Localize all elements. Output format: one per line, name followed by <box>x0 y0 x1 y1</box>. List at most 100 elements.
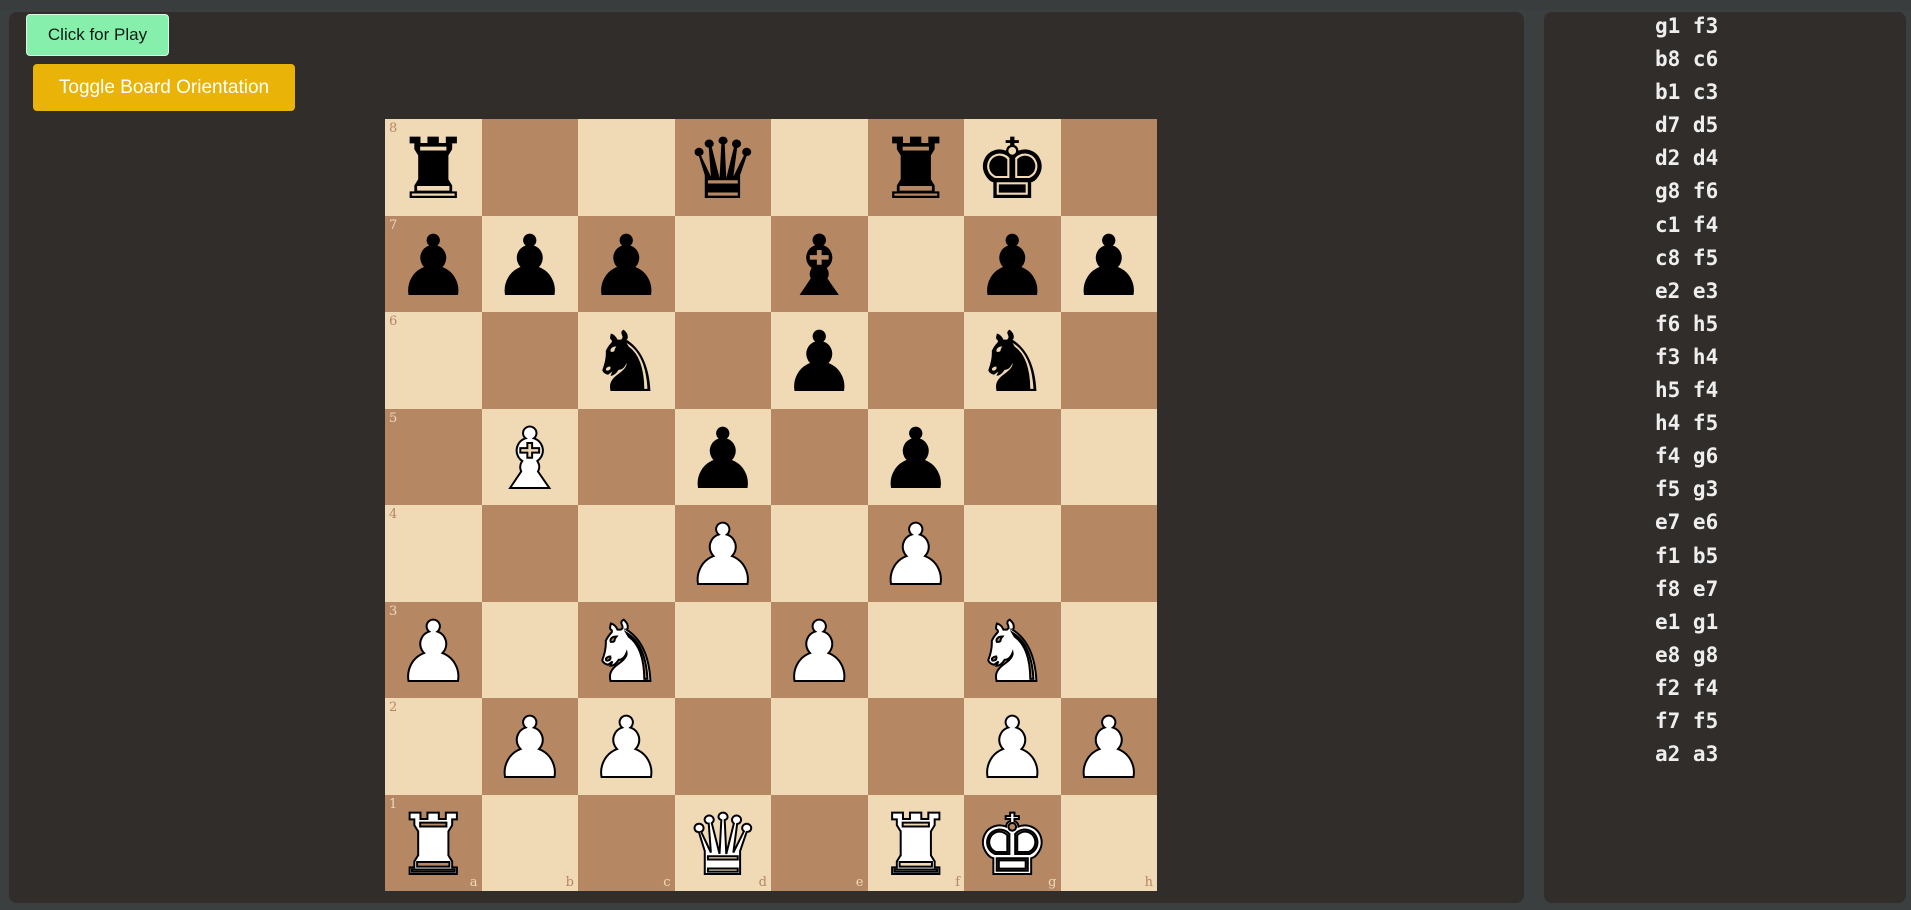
square-a4[interactable]: 4 <box>385 505 482 602</box>
white-knight-piece[interactable]: ♞ <box>588 609 665 695</box>
square-c1[interactable]: c <box>578 794 675 891</box>
rank-label: 6 <box>389 314 398 329</box>
square-d3[interactable] <box>674 601 771 698</box>
square-b3[interactable] <box>481 601 578 698</box>
square-f8[interactable]: ♜ <box>867 119 964 216</box>
black-queen-piece[interactable]: ♛ <box>685 127 760 211</box>
square-a6[interactable]: 6 <box>385 312 482 409</box>
square-b5[interactable]: ♝ <box>481 408 578 505</box>
square-f3[interactable] <box>867 601 964 698</box>
square-h3[interactable] <box>1060 601 1157 698</box>
square-a3[interactable]: ♟ 3 <box>385 601 482 698</box>
move-item: e7 e6 <box>1655 510 1719 535</box>
square-h8[interactable] <box>1060 119 1157 216</box>
white-pawn-piece[interactable]: ♟ <box>974 705 1051 791</box>
white-rook-piece[interactable]: ♜ <box>877 802 954 888</box>
square-h4[interactable] <box>1060 505 1157 602</box>
square-g5[interactable] <box>964 408 1061 505</box>
white-bishop-piece[interactable]: ♝ <box>491 416 568 502</box>
black-bishop-piece[interactable]: ♝ <box>782 224 857 308</box>
square-f4[interactable]: ♟ <box>867 505 964 602</box>
square-h1[interactable]: h <box>1060 794 1157 891</box>
square-g6[interactable]: ♞ <box>964 312 1061 409</box>
square-g7[interactable]: ♟ <box>964 215 1061 312</box>
chess-board[interactable]: ♜ 8 ♛ ♜ ♚ ♟ 7 ♟ ♟ ♝ ♟ ♟ 6 ♞ ♟ ♞ 5 ♝ ♟ ♟ 4 ♟ ♟ ♟ 3 ♞ ♟ ♞ 2 ♟ ♟ ♟ ♟ ♜ 1 a b c ♛ d… <box>385 119 1157 891</box>
square-c4[interactable] <box>578 505 675 602</box>
square-b4[interactable] <box>481 505 578 602</box>
square-d7[interactable] <box>674 215 771 312</box>
square-e4[interactable] <box>771 505 868 602</box>
white-pawn-piece[interactable]: ♟ <box>1070 705 1147 791</box>
square-f2[interactable] <box>867 698 964 795</box>
black-pawn-piece[interactable]: ♟ <box>878 417 953 501</box>
square-e1[interactable]: e <box>771 794 868 891</box>
square-e7[interactable]: ♝ <box>771 215 868 312</box>
square-e3[interactable]: ♟ <box>771 601 868 698</box>
white-king-piece[interactable]: ♚ <box>974 802 1051 888</box>
play-button[interactable]: Click for Play <box>26 14 169 56</box>
white-pawn-piece[interactable]: ♟ <box>684 512 761 598</box>
black-knight-piece[interactable]: ♞ <box>975 320 1050 404</box>
white-knight-piece[interactable]: ♞ <box>974 609 1051 695</box>
square-e8[interactable] <box>771 119 868 216</box>
black-pawn-piece[interactable]: ♟ <box>1071 224 1146 308</box>
square-d4[interactable]: ♟ <box>674 505 771 602</box>
square-h6[interactable] <box>1060 312 1157 409</box>
square-a8[interactable]: ♜ 8 <box>385 119 482 216</box>
square-c8[interactable] <box>578 119 675 216</box>
white-pawn-piece[interactable]: ♟ <box>588 705 665 791</box>
black-pawn-piece[interactable]: ♟ <box>589 224 664 308</box>
square-f7[interactable] <box>867 215 964 312</box>
square-b2[interactable]: ♟ <box>481 698 578 795</box>
square-e6[interactable]: ♟ <box>771 312 868 409</box>
white-pawn-piece[interactable]: ♟ <box>491 705 568 791</box>
black-pawn-piece[interactable]: ♟ <box>685 417 760 501</box>
square-a1[interactable]: ♜ 1 a <box>385 794 482 891</box>
square-b6[interactable] <box>481 312 578 409</box>
square-e5[interactable] <box>771 408 868 505</box>
black-king-piece[interactable]: ♚ <box>975 127 1050 211</box>
square-g8[interactable]: ♚ <box>964 119 1061 216</box>
rank-label: 8 <box>389 121 398 136</box>
square-b7[interactable]: ♟ <box>481 215 578 312</box>
square-g4[interactable] <box>964 505 1061 602</box>
square-f6[interactable] <box>867 312 964 409</box>
square-b8[interactable] <box>481 119 578 216</box>
black-pawn-piece[interactable]: ♟ <box>975 224 1050 308</box>
square-h5[interactable] <box>1060 408 1157 505</box>
square-g2[interactable]: ♟ <box>964 698 1061 795</box>
square-h7[interactable]: ♟ <box>1060 215 1157 312</box>
square-c2[interactable]: ♟ <box>578 698 675 795</box>
square-d6[interactable] <box>674 312 771 409</box>
black-pawn-piece[interactable]: ♟ <box>782 320 857 404</box>
black-rook-piece[interactable]: ♜ <box>396 127 471 211</box>
square-d8[interactable]: ♛ <box>674 119 771 216</box>
square-d1[interactable]: ♛ d <box>674 794 771 891</box>
white-queen-piece[interactable]: ♛ <box>684 802 761 888</box>
white-rook-piece[interactable]: ♜ <box>395 802 472 888</box>
white-pawn-piece[interactable]: ♟ <box>395 609 472 695</box>
square-g3[interactable]: ♞ <box>964 601 1061 698</box>
white-pawn-piece[interactable]: ♟ <box>781 609 858 695</box>
square-a7[interactable]: ♟ 7 <box>385 215 482 312</box>
square-g1[interactable]: ♚ g <box>964 794 1061 891</box>
square-f5[interactable]: ♟ <box>867 408 964 505</box>
square-e2[interactable] <box>771 698 868 795</box>
square-a5[interactable]: 5 <box>385 408 482 505</box>
black-rook-piece[interactable]: ♜ <box>878 127 953 211</box>
square-f1[interactable]: ♜ f <box>867 794 964 891</box>
square-c7[interactable]: ♟ <box>578 215 675 312</box>
square-c3[interactable]: ♞ <box>578 601 675 698</box>
square-b1[interactable]: b <box>481 794 578 891</box>
square-c5[interactable] <box>578 408 675 505</box>
toggle-orientation-button[interactable]: Toggle Board Orientation <box>33 64 295 111</box>
square-d2[interactable] <box>674 698 771 795</box>
black-pawn-piece[interactable]: ♟ <box>492 224 567 308</box>
square-a2[interactable]: 2 <box>385 698 482 795</box>
square-h2[interactable]: ♟ <box>1060 698 1157 795</box>
black-pawn-piece[interactable]: ♟ <box>396 224 471 308</box>
square-d5[interactable]: ♟ <box>674 408 771 505</box>
square-c6[interactable]: ♞ <box>578 312 675 409</box>
black-knight-piece[interactable]: ♞ <box>589 320 664 404</box>
white-pawn-piece[interactable]: ♟ <box>877 512 954 598</box>
